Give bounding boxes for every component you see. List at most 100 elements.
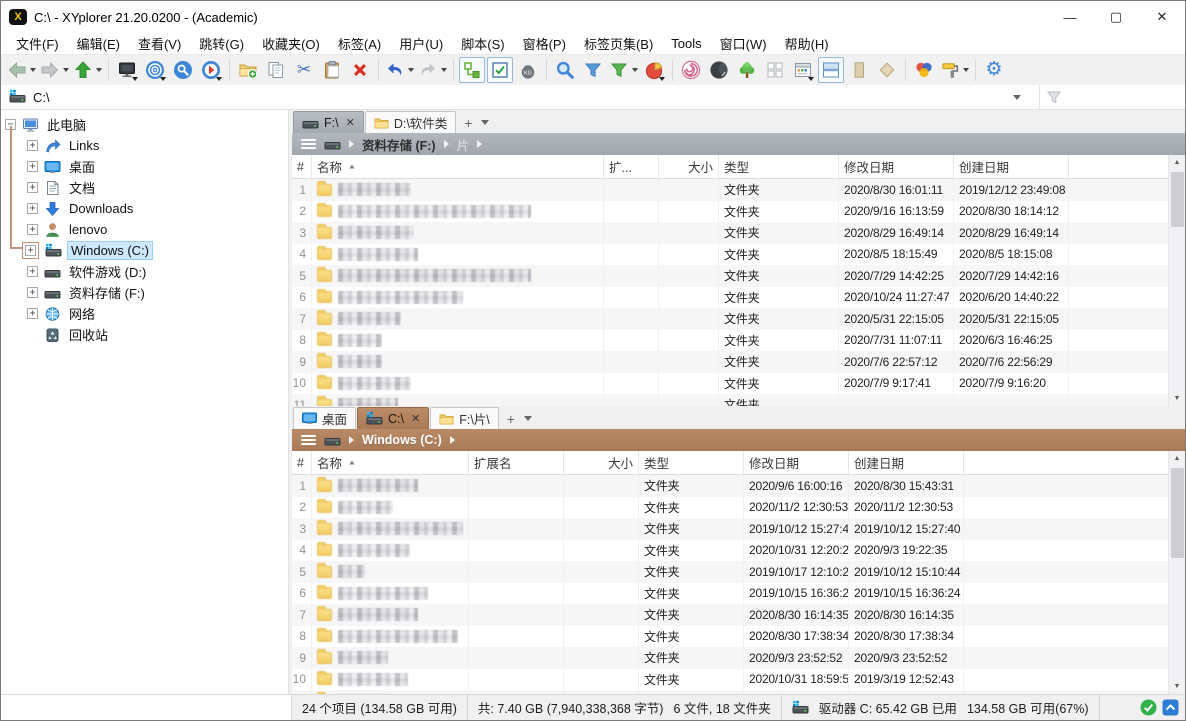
- tree-expander-icon[interactable]: +: [27, 287, 38, 298]
- breadcrumb-arrow-icon[interactable]: [349, 140, 354, 148]
- dropdown-caret-icon[interactable]: [30, 68, 36, 72]
- sidebar-item-downloads[interactable]: +Downloads: [1, 198, 288, 219]
- file-row[interactable]: 10文件夹2020/7/9 9:17:412020/7/9 9:16:20: [292, 373, 1168, 395]
- tree-path-button[interactable]: [734, 57, 760, 83]
- redo-button[interactable]: [417, 57, 448, 83]
- address-field[interactable]: C:\: [1, 85, 1039, 109]
- file-row[interactable]: 11文件夹: [292, 690, 1168, 694]
- tree-expander-icon[interactable]: +: [27, 308, 38, 319]
- cut-button[interactable]: ✂: [291, 57, 317, 83]
- file-row[interactable]: 1文件夹2020/9/6 16:00:162020/8/30 15:43:31: [292, 475, 1168, 497]
- tab-list-dropdown-icon[interactable]: [481, 120, 489, 125]
- file-row[interactable]: 5文件夹2019/10/17 12:10:292019/10/12 15:10:…: [292, 561, 1168, 583]
- tab-c[interactable]: C:\✕: [357, 407, 429, 429]
- tab-close-icon[interactable]: ✕: [411, 412, 420, 425]
- dropdown-caret-icon[interactable]: [632, 68, 638, 72]
- scroll-up-icon[interactable]: ▲: [1169, 451, 1185, 466]
- new-folder-button[interactable]: [235, 57, 261, 83]
- toggle-tree-button[interactable]: [459, 57, 485, 83]
- delete-button[interactable]: [347, 57, 373, 83]
- filter-button[interactable]: [580, 57, 606, 83]
- scrollbar-thumb[interactable]: [1171, 468, 1184, 558]
- new-tab-button[interactable]: +: [500, 411, 522, 429]
- dual-pane-button[interactable]: [818, 57, 844, 83]
- column-header-size[interactable]: 大小: [564, 451, 639, 474]
- checkbox-mode-button[interactable]: [487, 57, 513, 83]
- info-panel-button[interactable]: [846, 57, 872, 83]
- go-button[interactable]: [198, 57, 224, 83]
- breadcrumb-arrow-icon[interactable]: [477, 140, 482, 148]
- column-header-name[interactable]: 名称▲: [312, 155, 604, 178]
- sidebar-item-lenovo[interactable]: +lenovo: [1, 219, 288, 240]
- column-header-num[interactable]: #: [292, 451, 312, 474]
- new-tab-button[interactable]: +: [457, 115, 479, 133]
- tree-expander-icon[interactable]: +: [27, 203, 38, 214]
- menu-item-tools[interactable]: Tools: [662, 36, 710, 51]
- hotlist-button[interactable]: [142, 57, 168, 83]
- tree-expander-icon[interactable]: +: [25, 245, 36, 256]
- reports-button[interactable]: [641, 57, 667, 83]
- drive-icon[interactable]: [324, 432, 341, 448]
- maximize-button[interactable]: ▢: [1093, 1, 1139, 33]
- menu-item-window[interactable]: 窗口(W): [711, 34, 776, 53]
- forward-button[interactable]: [39, 57, 70, 83]
- menu-item-edit[interactable]: 编辑(E): [68, 34, 129, 53]
- dropdown-caret-icon[interactable]: [160, 77, 166, 81]
- filter-box[interactable]: [1039, 85, 1185, 109]
- tab-list-dropdown-icon[interactable]: [524, 416, 532, 421]
- rotate-panel-button[interactable]: [874, 57, 900, 83]
- column-header-type[interactable]: 类型: [639, 451, 744, 474]
- back-button[interactable]: [6, 57, 37, 83]
- vertical-scrollbar[interactable]: ▲▼: [1168, 451, 1185, 694]
- file-row[interactable]: 7文件夹2020/5/31 22:15:052020/5/31 22:15:05: [292, 308, 1168, 330]
- file-row[interactable]: 2文件夹2020/11/2 12:30:532020/11/2 12:30:53: [292, 497, 1168, 519]
- column-header-created[interactable]: 创建日期: [954, 155, 1069, 178]
- breadcrumb-arrow-icon[interactable]: [444, 140, 449, 148]
- scrollbar-thumb[interactable]: [1171, 172, 1184, 227]
- calculate-size-button[interactable]: KG: [515, 57, 541, 83]
- sidebar-item-recycle-bin[interactable]: 回收站: [1, 324, 288, 345]
- copy-button[interactable]: [263, 57, 289, 83]
- breadcrumb-arrow-icon[interactable]: [450, 436, 455, 444]
- dark-mode-button[interactable]: [706, 57, 732, 83]
- scroll-down-icon[interactable]: ▼: [1169, 391, 1185, 406]
- scroll-to-top-icon[interactable]: [1162, 699, 1179, 716]
- tab-desktop[interactable]: 桌面: [293, 407, 356, 429]
- file-row[interactable]: 1文件夹2020/8/30 16:01:112019/12/12 23:49:0…: [292, 179, 1168, 201]
- sidebar-item-drive-d[interactable]: +软件游戏 (D:): [1, 261, 288, 282]
- address-dropdown-icon[interactable]: [1013, 95, 1021, 100]
- dropdown-caret-icon[interactable]: [441, 68, 447, 72]
- sidebar-item-drive-c[interactable]: +Windows (C:): [1, 240, 288, 261]
- mini-tree-button[interactable]: [678, 57, 704, 83]
- tab-close-icon[interactable]: ✕: [346, 116, 355, 129]
- color-filter-button[interactable]: [911, 57, 937, 83]
- menu-item-file[interactable]: 文件(F): [7, 34, 68, 53]
- column-header-name[interactable]: 名称▲: [312, 451, 469, 474]
- menu-item-tags[interactable]: 标签(A): [329, 34, 390, 53]
- column-header-modified[interactable]: 修改日期: [744, 451, 849, 474]
- file-row[interactable]: 6文件夹2020/10/24 11:27:472020/6/20 14:40:2…: [292, 287, 1168, 309]
- vertical-scrollbar[interactable]: ▲▼: [1168, 155, 1185, 406]
- column-header-type[interactable]: 类型: [719, 155, 839, 178]
- column-header-ext[interactable]: 扩展名: [469, 451, 564, 474]
- column-header-created[interactable]: 创建日期: [849, 451, 964, 474]
- breadcrumb-arrow-icon[interactable]: [349, 436, 354, 444]
- menu-item-panes[interactable]: 窗格(P): [514, 34, 575, 53]
- file-row[interactable]: 6文件夹2019/10/15 16:36:242019/10/15 16:36:…: [292, 583, 1168, 605]
- dropdown-caret-icon[interactable]: [408, 68, 414, 72]
- tab-d-soft[interactable]: D:\软件类: [365, 111, 456, 133]
- goto-desktop-button[interactable]: [114, 57, 140, 83]
- tab-f[interactable]: F:\✕: [293, 111, 364, 133]
- file-row[interactable]: 10文件夹2020/10/31 18:59:502019/3/19 12:52:…: [292, 669, 1168, 691]
- menu-item-view[interactable]: 查看(V): [129, 34, 190, 53]
- dropdown-caret-icon[interactable]: [216, 77, 222, 81]
- file-row[interactable]: 11文件夹: [292, 394, 1168, 406]
- dropdown-caret-icon[interactable]: [808, 77, 814, 81]
- file-row[interactable]: 5文件夹2020/7/29 14:42:252020/7/29 14:42:16: [292, 265, 1168, 287]
- find-files-button[interactable]: [552, 57, 578, 83]
- paste-button[interactable]: [319, 57, 345, 83]
- file-row[interactable]: 9文件夹2020/7/6 22:57:122020/7/6 22:56:29: [292, 351, 1168, 373]
- sidebar-item-drive-f[interactable]: +资料存储 (F:): [1, 282, 288, 303]
- column-header-num[interactable]: #: [292, 155, 312, 178]
- sync-ok-icon[interactable]: [1140, 699, 1157, 716]
